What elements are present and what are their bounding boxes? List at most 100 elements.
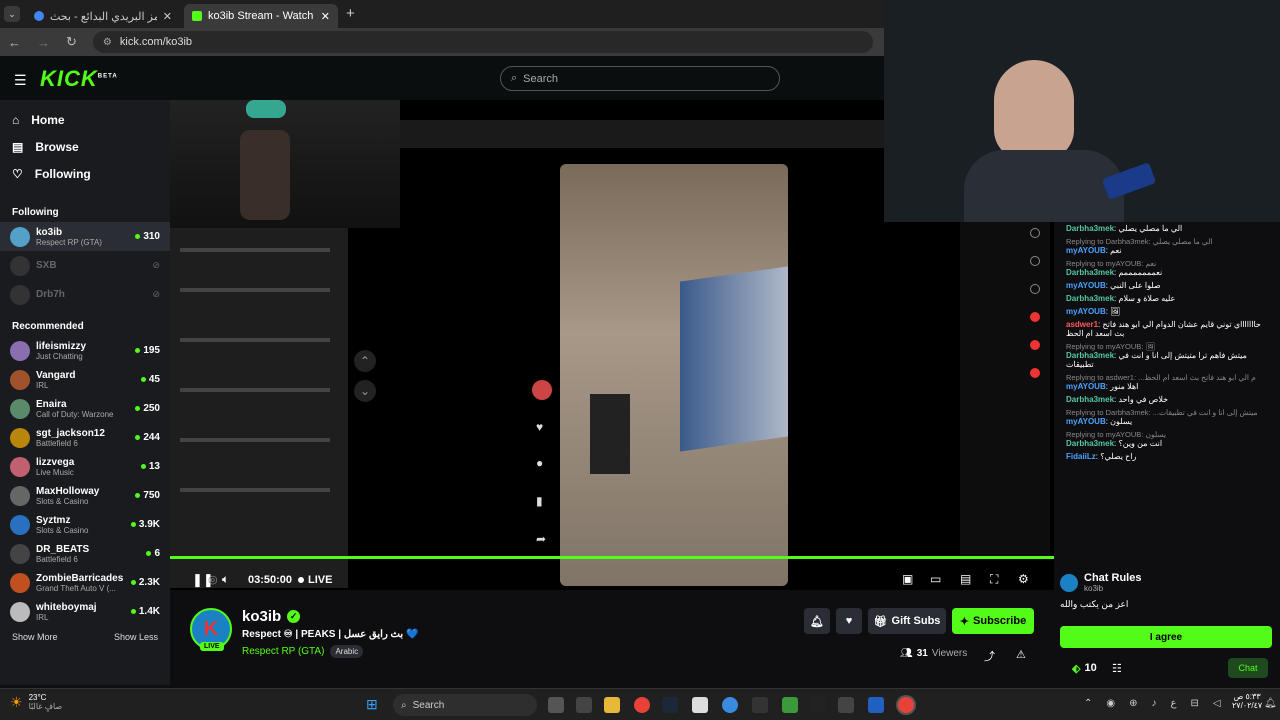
share-icon[interactable]: ⤴ (984, 648, 995, 664)
chat-username[interactable]: myAYOUB (1066, 307, 1106, 316)
recommended-channel[interactable]: MaxHolloway Slots & Casino 750 (0, 481, 170, 510)
chrome-icon[interactable] (634, 697, 650, 713)
clip-icon[interactable]: ▣ (902, 572, 913, 586)
show-less-button[interactable]: Show Less (114, 632, 158, 642)
tab-kick[interactable]: ko3ib Stream - Watch Live on Kick ✕ (184, 4, 338, 28)
weather-widget[interactable]: ☀ 23°C صافٍ غالبًا (10, 693, 62, 711)
sidebar-item-following[interactable]: ♡ Following (0, 160, 170, 187)
taskbar-search[interactable]: ⌕ Search (393, 694, 537, 716)
chat-username[interactable]: Darbha3mek (1066, 395, 1114, 404)
follow-heart-button[interactable]: ♥ (836, 608, 862, 634)
chrome-active-icon[interactable] (898, 697, 914, 713)
agree-button[interactable]: I agree (1060, 626, 1272, 648)
chat-message[interactable]: Replying to Darbha3mek: ...ميتش إلى انا … (1054, 406, 1280, 428)
chat-username[interactable]: Darbha3mek (1066, 268, 1114, 277)
chat-message[interactable]: Darbha3mek: عليه صلاة و سلام (1054, 292, 1280, 305)
volume-icon[interactable]: ◁ (1213, 698, 1221, 709)
xbox-icon[interactable] (782, 697, 798, 713)
chat-message[interactable]: Darbha3mek: الي ما مصلي يصلي (1054, 222, 1280, 235)
notepad-icon[interactable] (692, 697, 708, 713)
tray-icon[interactable]: ◉ (1106, 698, 1115, 709)
system-tray[interactable]: ⌃ ◉ ⊕ ♪ ع ⊟ ◁ (1084, 698, 1221, 709)
chat-username[interactable]: Darbha3mek (1066, 294, 1114, 303)
chat-username[interactable]: myAYOUB (1066, 281, 1106, 290)
recommended-channel[interactable]: Syztmz Slots & Casino 3.9K (0, 510, 170, 539)
epic-games-icon[interactable] (810, 697, 826, 713)
chevron-up-icon[interactable]: ⌃ (1084, 698, 1092, 709)
report-icon[interactable]: ⚠ (1016, 648, 1026, 661)
chevron-down-icon[interactable]: ⌄ (354, 380, 376, 402)
show-more-button[interactable]: Show More (12, 632, 58, 642)
notification-icon[interactable]: 🔔︎ (1264, 698, 1277, 709)
following-channel[interactable]: Drb7h ⊘ (0, 280, 170, 309)
network-icon[interactable]: ⊟ (1190, 698, 1198, 709)
back-icon[interactable]: ← (8, 35, 21, 50)
chat-message[interactable]: Replying to asdwer1: ...م الي ابو هند فا… (1054, 371, 1280, 393)
channel-name[interactable]: ko3ib (242, 608, 281, 625)
recommended-channel[interactable]: lifeismizzy Just Chatting 195 (0, 336, 170, 365)
chat-username[interactable]: Darbha3mek (1066, 439, 1114, 448)
search-input[interactable]: ⌕ Search (500, 66, 780, 91)
chat-username[interactable]: myAYOUB (1066, 417, 1106, 426)
task-view-icon[interactable] (548, 697, 564, 713)
chat-message[interactable]: FidaiiLz: راح يصلي؟ (1054, 450, 1280, 463)
chat-username[interactable]: Darbha3mek (1066, 224, 1114, 233)
channel-points[interactable]: ⬖ 10 (1072, 662, 1097, 675)
kick-logo[interactable]: KICKBETA (40, 66, 118, 92)
chat-message[interactable]: Darbha3mek: خلاص في واحد (1054, 393, 1280, 406)
theater-icon[interactable]: ▭ (930, 572, 941, 586)
steam-icon[interactable] (662, 697, 678, 713)
gear-icon[interactable]: ⚙ (1018, 572, 1029, 586)
chat-username[interactable]: myAYOUB (1066, 246, 1106, 255)
recommended-channel[interactable]: Enaira Call of Duty: Warzone 250 (0, 394, 170, 423)
following-channel[interactable]: ko3ib Respect RP (GTA) 310 (0, 222, 170, 251)
emote-icon[interactable]: ☷ (1112, 662, 1122, 675)
app-icon[interactable] (838, 697, 854, 713)
chat-send-button[interactable]: Chat (1228, 658, 1268, 678)
recommended-channel[interactable]: DR_BEATS Battlefield 6 6 (0, 539, 170, 568)
fullscreen-icon[interactable]: ⛶ (990, 572, 998, 587)
chat-message[interactable]: asdwer1: حاااااااي توني قايم عشان الدوام… (1054, 318, 1280, 340)
close-icon[interactable]: ✕ (163, 10, 172, 23)
chat-message[interactable]: myAYOUB: صلوا على النبي (1054, 279, 1280, 292)
forward-icon[interactable]: → (37, 35, 50, 50)
clock[interactable]: ٥:٣٣ ص ٢٧/٠٢/٤٧ (1232, 692, 1262, 710)
following-channel[interactable]: SXB ⊘ (0, 251, 170, 280)
tray-icon[interactable]: ⊕ (1129, 698, 1137, 709)
sidebar-item-browse[interactable]: ▤ Browse (0, 133, 170, 160)
recommended-channel[interactable]: sgt_jackson12 Battlefield 6 244 (0, 423, 170, 452)
close-icon[interactable]: ✕ (321, 10, 330, 23)
tab-google[interactable]: الرمز البريدي البدائع - بحث Google ✕ (26, 4, 180, 28)
subscribe-button[interactable]: ✦ Subscribe (952, 608, 1034, 634)
gift-subs-button[interactable]: 🎁︎ Gift Subs (868, 608, 946, 634)
chat-username[interactable]: Darbha3mek (1066, 351, 1114, 360)
menu-icon[interactable]: ☰ (14, 72, 27, 89)
widgets-icon[interactable] (576, 697, 592, 713)
chat-username[interactable]: asdwer1 (1066, 320, 1098, 329)
site-info-icon[interactable]: ⚙ (103, 37, 112, 48)
file-explorer-icon[interactable] (604, 697, 620, 713)
chat-message[interactable]: Replying to myAYOUB: 🖼 Darbha3mek: ميتش ف… (1054, 340, 1280, 371)
new-tab-icon[interactable]: + (346, 5, 355, 22)
chat-username[interactable]: myAYOUB (1066, 382, 1106, 391)
tab-search-icon[interactable]: ⌄ (4, 6, 20, 22)
url-field[interactable]: ⚙ kick.com/ko3ib (92, 31, 873, 53)
bell-icon[interactable]: 🔔︎ (804, 608, 830, 634)
recommended-channel[interactable]: lizzvega Live Music 13 (0, 452, 170, 481)
stream-category[interactable]: Respect RP (GTA) (242, 646, 324, 657)
recommended-channel[interactable]: whiteboymaj IRL 1.4K (0, 597, 170, 626)
recommended-channel[interactable]: Vangard IRL 45 (0, 365, 170, 394)
chevron-up-icon[interactable]: ⌃ (354, 350, 376, 372)
language-indicator[interactable]: ع (1171, 698, 1177, 709)
microphone-icon[interactable]: ♪ (1152, 698, 1157, 709)
chat-message[interactable]: Replying to Darbha3mek: الي ما مصلي يصلي… (1054, 235, 1280, 257)
reload-icon[interactable]: ↻ (66, 34, 77, 50)
chat-message[interactable]: myAYOUB: 🖼 (1054, 305, 1280, 318)
chat-message[interactable]: Replying to myAYOUB: نعم Darbha3mek: نعمم… (1054, 257, 1280, 279)
sidebar-item-home[interactable]: ⌂ Home (0, 106, 170, 133)
chat-message[interactable]: Replying to myAYOUB: يسلون Darbha3mek: ان… (1054, 428, 1280, 450)
edge-icon[interactable] (722, 697, 738, 713)
app-icon[interactable] (752, 697, 768, 713)
windows-start-icon[interactable]: ⊞ (366, 696, 378, 713)
app-icon[interactable] (868, 697, 884, 713)
